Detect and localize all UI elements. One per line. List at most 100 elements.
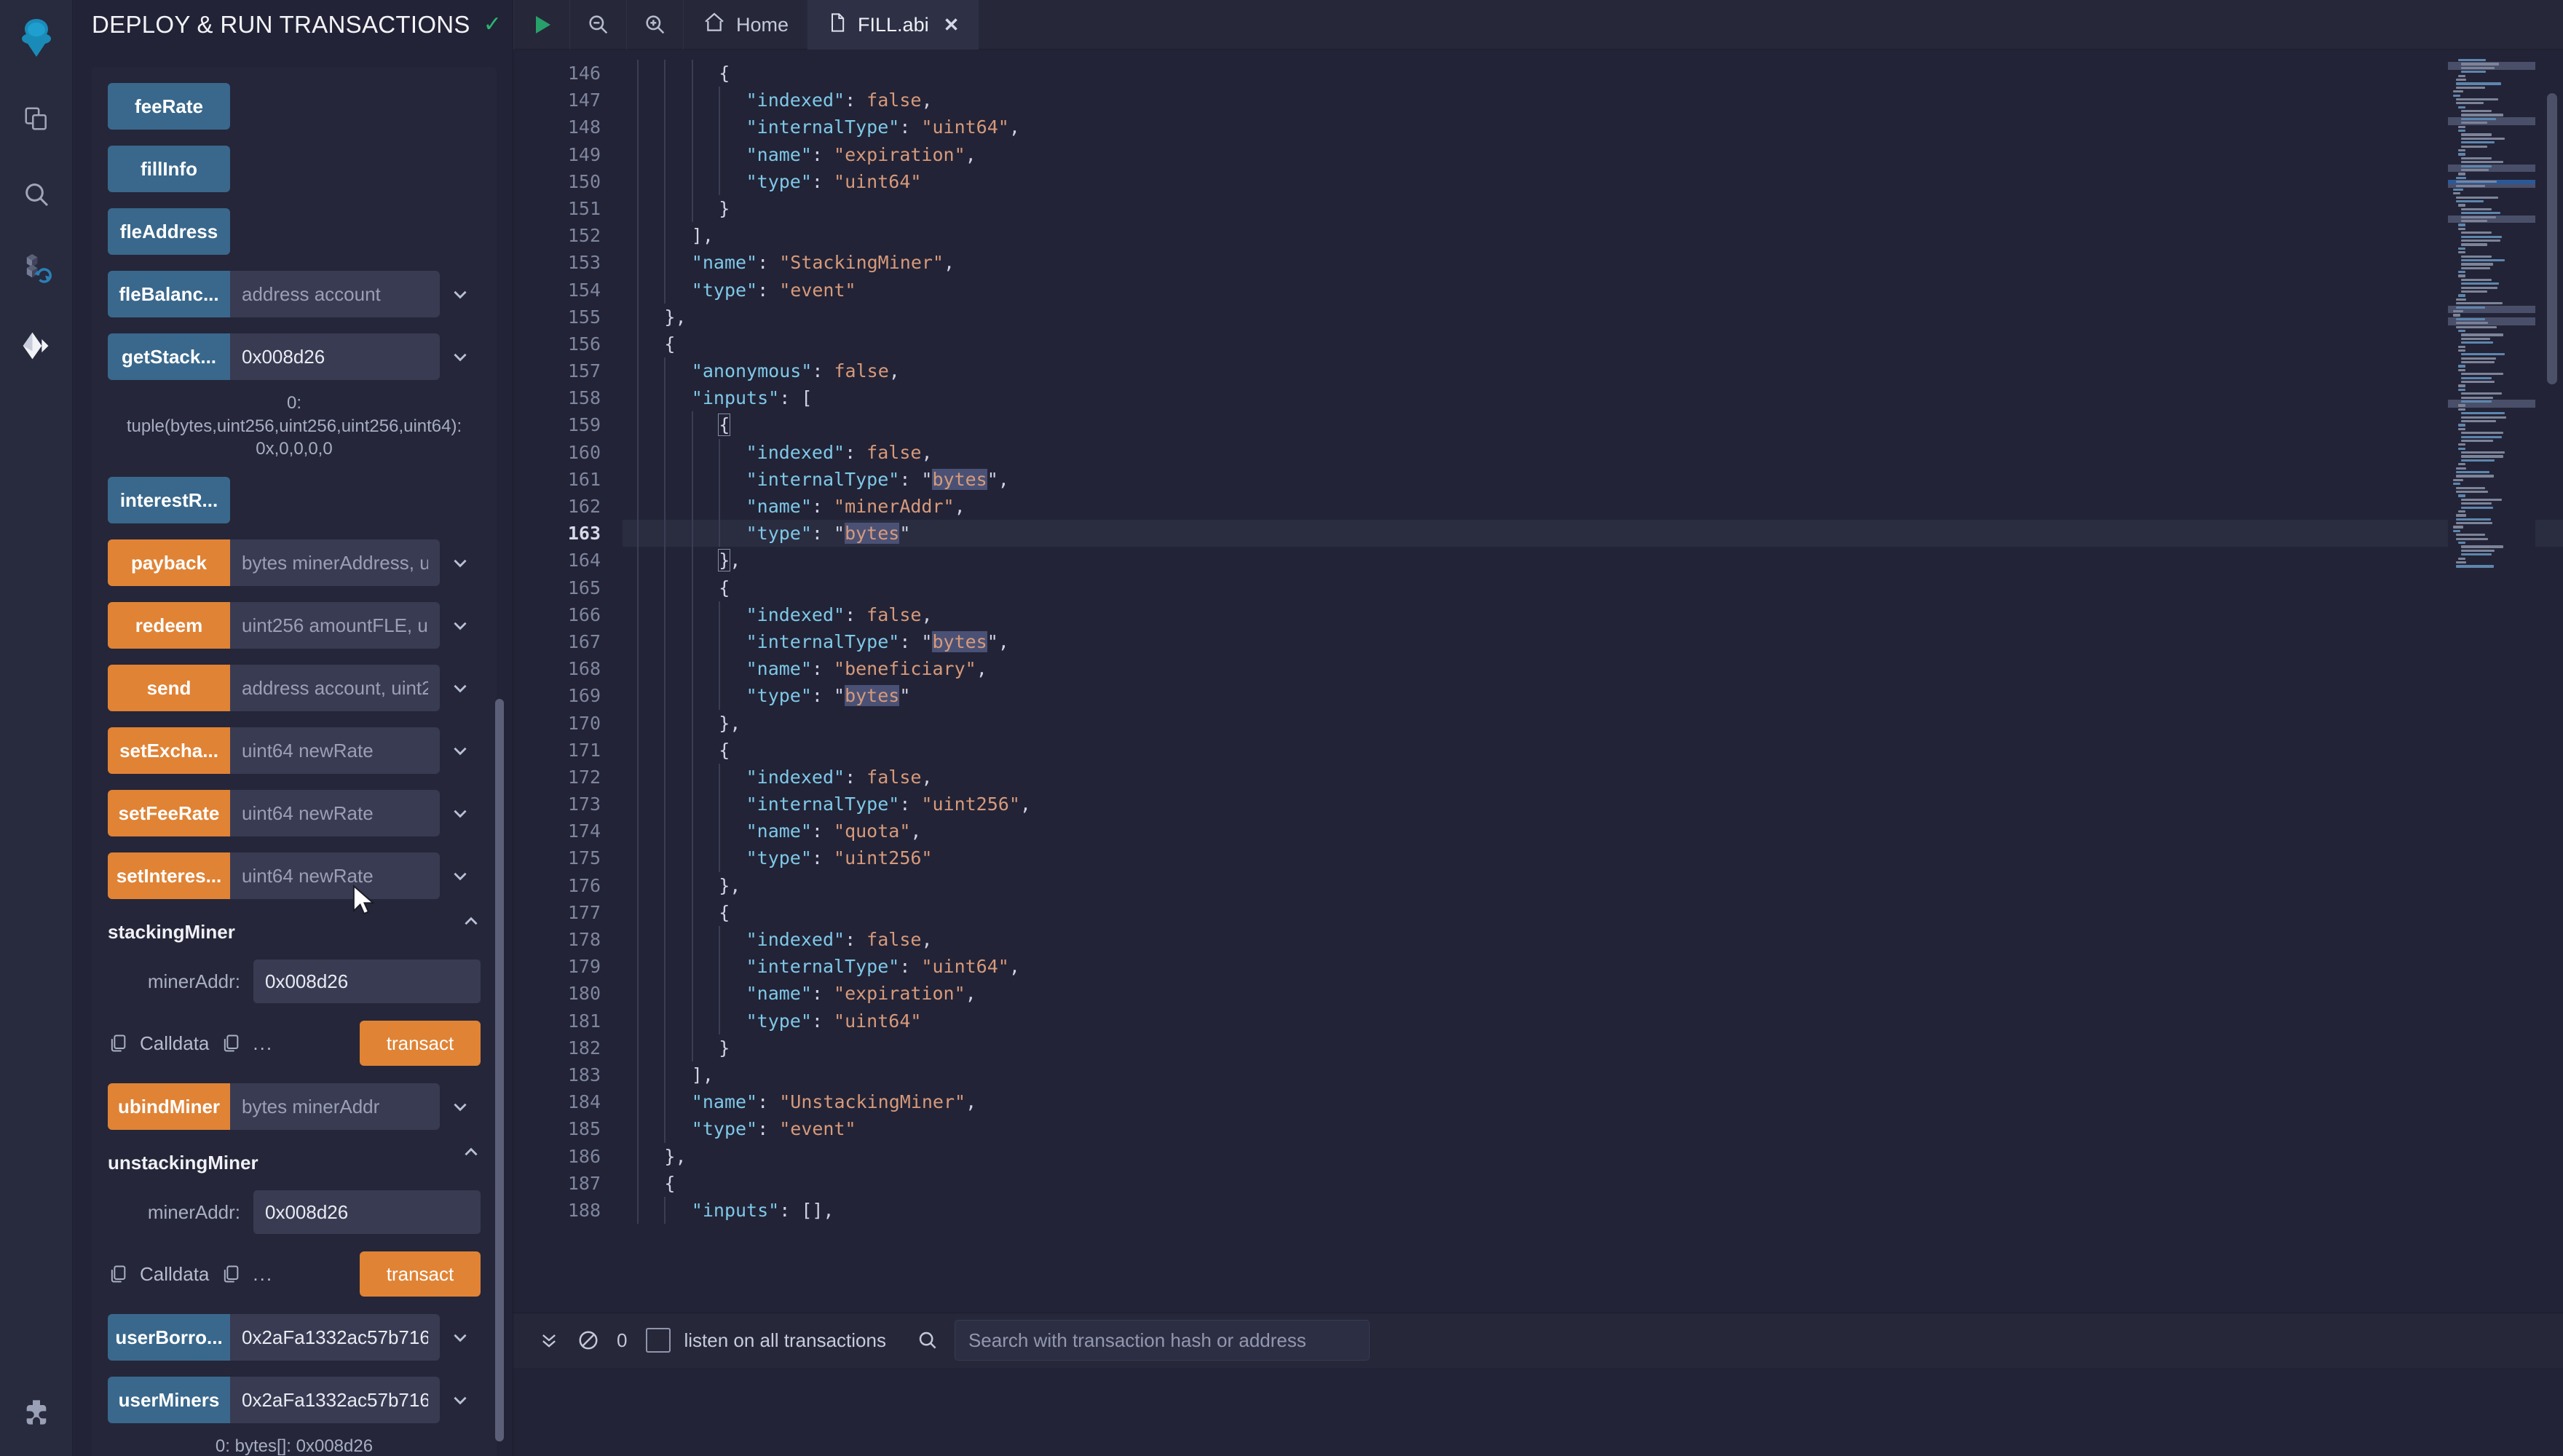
function-argument-input[interactable] [230, 1377, 440, 1424]
function-group-header[interactable]: unstackingMiner [108, 1147, 481, 1174]
zoom-in-icon[interactable] [627, 0, 684, 50]
code-line[interactable]: { [623, 60, 2563, 87]
tab-fill-abi[interactable]: FILL.abi ✕ [808, 0, 979, 50]
code-line[interactable]: }, [623, 303, 2563, 331]
function-argument-input[interactable] [230, 727, 440, 775]
code-line[interactable]: "type": "uint256" [623, 844, 2563, 872]
code-line[interactable]: "inputs": [ [623, 384, 2563, 412]
code-line[interactable]: "type": "uint64" [623, 1007, 2563, 1034]
function-button[interactable]: fleAddress [108, 208, 230, 255]
code-line[interactable]: "name": "beneficiary", [623, 655, 2563, 683]
function-argument-input[interactable] [230, 665, 440, 712]
listen-all-transactions-checkbox[interactable] [646, 1328, 671, 1353]
function-button[interactable]: feeRate [108, 83, 230, 130]
plugin-manager-icon[interactable] [0, 1398, 73, 1427]
function-button[interactable]: interestR... [108, 477, 230, 524]
code-line[interactable]: "type": "bytes" [623, 682, 2563, 710]
code-line[interactable]: "name": "StackingMiner", [623, 249, 2563, 277]
function-button[interactable]: redeem [108, 602, 230, 649]
code-line[interactable]: "name": "minerAddr", [623, 493, 2563, 521]
chevron-down-icon[interactable] [440, 727, 481, 774]
code-line[interactable]: "indexed": false, [623, 601, 2563, 628]
chevron-up-icon[interactable] [462, 912, 481, 936]
chevron-down-icon[interactable] [440, 271, 481, 317]
zoom-out-icon[interactable] [570, 0, 627, 50]
code-line[interactable]: }, [623, 1142, 2563, 1170]
code-content[interactable]: {"indexed": false, "internalType": "uint6… [623, 50, 2563, 1313]
transact-button[interactable]: transact [360, 1021, 481, 1067]
function-argument-input[interactable] [230, 539, 440, 587]
code-line[interactable]: "name": "expiration", [623, 141, 2563, 168]
function-argument-input[interactable] [230, 852, 440, 900]
solidity-compiler-icon[interactable] [13, 247, 60, 293]
code-line[interactable]: { [623, 574, 2563, 601]
function-argument-input[interactable] [230, 1083, 440, 1131]
code-line[interactable]: }, [623, 547, 2563, 574]
chevron-down-icon[interactable] [440, 852, 481, 899]
code-line[interactable]: "indexed": false, [623, 926, 2563, 954]
code-editor[interactable]: 146 147 148 149 150 151 152 153 154 155 156 157 158 1… [513, 50, 2563, 1313]
code-line[interactable]: } [623, 194, 2563, 223]
code-line[interactable]: ], [623, 1061, 2563, 1089]
copy-icon[interactable] [221, 1264, 241, 1284]
code-line[interactable]: "name": "expiration", [623, 980, 2563, 1008]
chevron-down-icon[interactable] [440, 1377, 481, 1423]
function-argument-input[interactable] [230, 333, 440, 380]
code-line[interactable]: "internalType": "uint256", [623, 791, 2563, 818]
function-group-header[interactable]: stackingMiner [108, 917, 481, 943]
function-button[interactable]: userMiners [108, 1377, 230, 1424]
code-line[interactable]: "inputs": [], [623, 1196, 2563, 1224]
play-icon[interactable] [513, 0, 570, 50]
code-line[interactable]: "type": "uint64" [623, 167, 2563, 195]
code-line[interactable]: "indexed": false, [623, 438, 2563, 466]
function-argument-input[interactable] [230, 271, 440, 317]
tab-home[interactable]: Home [684, 0, 809, 50]
code-line[interactable]: "type": "event" [623, 1115, 2563, 1143]
code-line[interactable]: "internalType": "bytes", [623, 465, 2563, 493]
code-line[interactable]: }, [623, 871, 2563, 899]
function-button[interactable]: send [108, 665, 230, 712]
code-line[interactable]: "internalType": "uint64", [623, 114, 2563, 141]
code-line[interactable]: "internalType": "uint64", [623, 953, 2563, 981]
chevron-down-icon[interactable] [440, 790, 481, 836]
close-icon[interactable]: ✕ [944, 14, 960, 36]
function-button[interactable]: setFeeRate [108, 790, 230, 837]
code-line[interactable]: "indexed": false, [623, 763, 2563, 791]
function-argument-input[interactable] [230, 602, 440, 649]
code-line[interactable]: { [623, 1169, 2563, 1197]
transact-button[interactable]: transact [360, 1251, 481, 1297]
chevrons-down-icon[interactable] [529, 1330, 569, 1350]
copy-icon[interactable] [221, 1033, 241, 1053]
chevron-down-icon[interactable] [440, 602, 481, 649]
function-button[interactable]: getStack... [108, 333, 230, 380]
copy-icon[interactable] [108, 1264, 128, 1284]
chevron-down-icon[interactable] [440, 539, 481, 586]
code-line[interactable]: "name": "UnstackingMiner", [623, 1088, 2563, 1116]
copy-icon[interactable] [108, 1033, 128, 1053]
code-line[interactable]: "type": "bytes" [623, 520, 2563, 547]
function-button[interactable]: setInteres... [108, 852, 230, 900]
editor-vertical-scrollbar[interactable] [2547, 93, 2557, 384]
code-line[interactable]: { [623, 736, 2563, 764]
no-entry-icon[interactable] [569, 1329, 608, 1351]
function-button[interactable]: userBorro... [108, 1314, 230, 1361]
editor-minimap[interactable] [2448, 50, 2535, 1313]
code-line[interactable]: "type": "event" [623, 276, 2563, 304]
code-line[interactable]: ], [623, 222, 2563, 250]
code-line[interactable]: { [623, 898, 2563, 926]
chevron-up-icon[interactable] [462, 1143, 481, 1167]
function-button[interactable]: setExcha... [108, 727, 230, 775]
function-button[interactable]: fleBalanc... [108, 271, 230, 317]
function-argument-input[interactable] [230, 790, 440, 837]
code-line[interactable]: "internalType": "bytes", [623, 628, 2563, 656]
code-line[interactable]: { [623, 330, 2563, 358]
code-line[interactable]: "anonymous": false, [623, 357, 2563, 385]
search-icon[interactable] [13, 171, 60, 218]
chevron-down-icon[interactable] [440, 665, 481, 711]
code-line[interactable]: }, [623, 709, 2563, 737]
file-explorer-icon[interactable] [13, 95, 60, 142]
chevron-down-icon[interactable] [440, 1314, 481, 1361]
function-button[interactable]: payback [108, 539, 230, 587]
deploy-run-icon[interactable] [13, 323, 60, 369]
chevron-down-icon[interactable] [440, 333, 481, 380]
